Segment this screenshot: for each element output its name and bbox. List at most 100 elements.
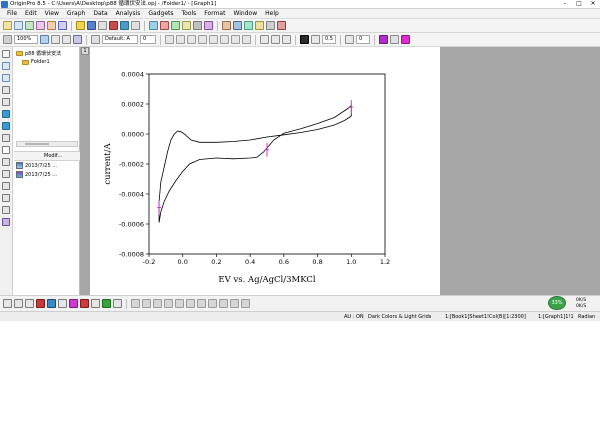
code-builder-icon[interactable] — [171, 21, 180, 30]
zoom-in-icon[interactable] — [2, 62, 10, 70]
new-project-icon[interactable] — [3, 21, 12, 30]
menu-window[interactable]: Window — [229, 9, 261, 19]
new-matrix-icon[interactable] — [36, 21, 45, 30]
list-item[interactable]: 2013/7/25 ... — [14, 170, 80, 179]
open-icon[interactable] — [76, 21, 85, 30]
rectangle-tool-icon[interactable] — [2, 194, 10, 202]
maximize-button[interactable]: □ — [574, 0, 584, 8]
smart-hint-log-icon[interactable] — [255, 21, 264, 30]
line-plot-icon[interactable] — [3, 299, 12, 308]
message-log-icon[interactable] — [244, 21, 253, 30]
align-icon[interactable] — [164, 299, 173, 308]
draw-data-icon[interactable] — [2, 218, 10, 226]
close-button[interactable]: ✕ — [588, 0, 598, 8]
contour-plot-icon[interactable] — [80, 299, 89, 308]
screen-reader-icon[interactable] — [2, 98, 10, 106]
menu-analysis[interactable]: Analysis — [112, 9, 145, 19]
save-template-icon[interactable] — [98, 21, 107, 30]
menu-tools[interactable]: Tools — [178, 9, 201, 19]
column-plot-icon[interactable] — [36, 299, 45, 308]
list-item[interactable]: 2013/7/25 ... — [14, 161, 80, 170]
import-wizard-icon[interactable] — [120, 21, 129, 30]
column-modified[interactable]: Modif... — [42, 152, 62, 160]
layer-tab[interactable]: 1 — [81, 47, 89, 55]
data-reader-icon[interactable] — [2, 86, 10, 94]
distribute-icon[interactable] — [175, 299, 184, 308]
region-selector-icon[interactable] — [2, 122, 10, 130]
zoom-select[interactable]: 100% — [14, 35, 38, 44]
menu-view[interactable]: View — [41, 9, 63, 19]
symbol-shape-icon[interactable] — [390, 35, 399, 44]
symbol-size-select[interactable]: 0 — [356, 35, 370, 44]
data-selector-icon[interactable] — [2, 110, 10, 118]
font-icon[interactable] — [91, 35, 100, 44]
duplicate-icon[interactable] — [160, 21, 169, 30]
line-symbol-plot-icon[interactable] — [25, 299, 34, 308]
line-color-icon[interactable] — [300, 35, 309, 44]
layout-icon[interactable] — [153, 299, 162, 308]
print-icon[interactable] — [131, 21, 140, 30]
stack-plot-icon[interactable] — [47, 299, 56, 308]
fill-color-icon[interactable] — [379, 35, 388, 44]
font-name-select[interactable]: Default: A — [102, 35, 138, 44]
superscript-icon[interactable] — [198, 35, 207, 44]
front-icon[interactable] — [208, 299, 217, 308]
increase-font-icon[interactable] — [231, 35, 240, 44]
3d-plot-icon[interactable] — [91, 299, 100, 308]
new-workbook-icon[interactable] — [14, 21, 23, 30]
greek-icon[interactable] — [220, 35, 229, 44]
new-graph-icon[interactable] — [25, 21, 34, 30]
bold-icon[interactable] — [165, 35, 174, 44]
graph-window[interactable]: -0.2 0.0 0.2 0.4 0.6 0.8 1.0 1.2 -0.0008 -0.0006 -… — [90, 47, 440, 295]
project-explorer-icon[interactable] — [222, 21, 231, 30]
underline-icon[interactable] — [187, 35, 196, 44]
close-all-icon[interactable] — [277, 21, 286, 30]
zoom-icon[interactable] — [3, 35, 12, 44]
command-window-icon[interactable] — [204, 21, 213, 30]
menu-data[interactable]: Data — [89, 9, 111, 19]
font-size-select[interactable]: 0 — [140, 35, 156, 44]
new-layer-icon[interactable] — [51, 35, 60, 44]
menu-graph[interactable]: Graph — [63, 9, 89, 19]
tree-project[interactable]: p88 循環伏安法 — [16, 49, 61, 57]
script-window-icon[interactable] — [182, 21, 191, 30]
import-icon[interactable] — [109, 21, 118, 30]
scrollbar-thumb[interactable] — [25, 143, 49, 145]
pointer-icon[interactable] — [2, 50, 10, 58]
arrow-tool-icon[interactable] — [2, 158, 10, 166]
menu-gadgets[interactable]: Gadgets — [144, 9, 177, 19]
box-chart-icon[interactable] — [113, 299, 122, 308]
menu-help[interactable]: Help — [261, 9, 283, 19]
line-style-icon[interactable] — [311, 35, 320, 44]
save-icon[interactable] — [87, 21, 96, 30]
decrease-font-icon[interactable] — [242, 35, 251, 44]
object-manager-icon[interactable] — [233, 21, 242, 30]
line-width-select[interactable]: 0.5 — [322, 35, 336, 44]
zoom-out-icon[interactable] — [2, 74, 10, 82]
subscript-icon[interactable] — [209, 35, 218, 44]
rescale-icon[interactable] — [40, 35, 49, 44]
menu-edit[interactable]: Edit — [21, 9, 41, 19]
right-align-icon[interactable] — [282, 35, 291, 44]
group-icon[interactable] — [186, 299, 195, 308]
refresh-icon[interactable] — [149, 21, 158, 30]
area-plot-icon[interactable] — [69, 299, 78, 308]
ungroup-icon[interactable] — [197, 299, 206, 308]
rotate-icon[interactable] — [230, 299, 239, 308]
scatter-plot-icon[interactable] — [14, 299, 23, 308]
template-library-icon[interactable] — [142, 299, 151, 308]
results-log-icon[interactable] — [193, 21, 202, 30]
back-icon[interactable] — [219, 299, 228, 308]
pie-plot-icon[interactable] — [58, 299, 67, 308]
minimize-button[interactable]: – — [560, 0, 570, 8]
center-align-icon[interactable] — [271, 35, 280, 44]
line-tool-icon[interactable] — [2, 182, 10, 190]
add-new-columns-icon[interactable] — [266, 21, 275, 30]
pattern-icon[interactable] — [345, 35, 354, 44]
template-icon[interactable] — [131, 299, 140, 308]
symbol-color-icon[interactable] — [401, 35, 410, 44]
move-tool-icon[interactable] — [2, 206, 10, 214]
menu-file[interactable]: File — [3, 9, 21, 19]
italic-icon[interactable] — [176, 35, 185, 44]
curved-arrow-icon[interactable] — [2, 170, 10, 178]
